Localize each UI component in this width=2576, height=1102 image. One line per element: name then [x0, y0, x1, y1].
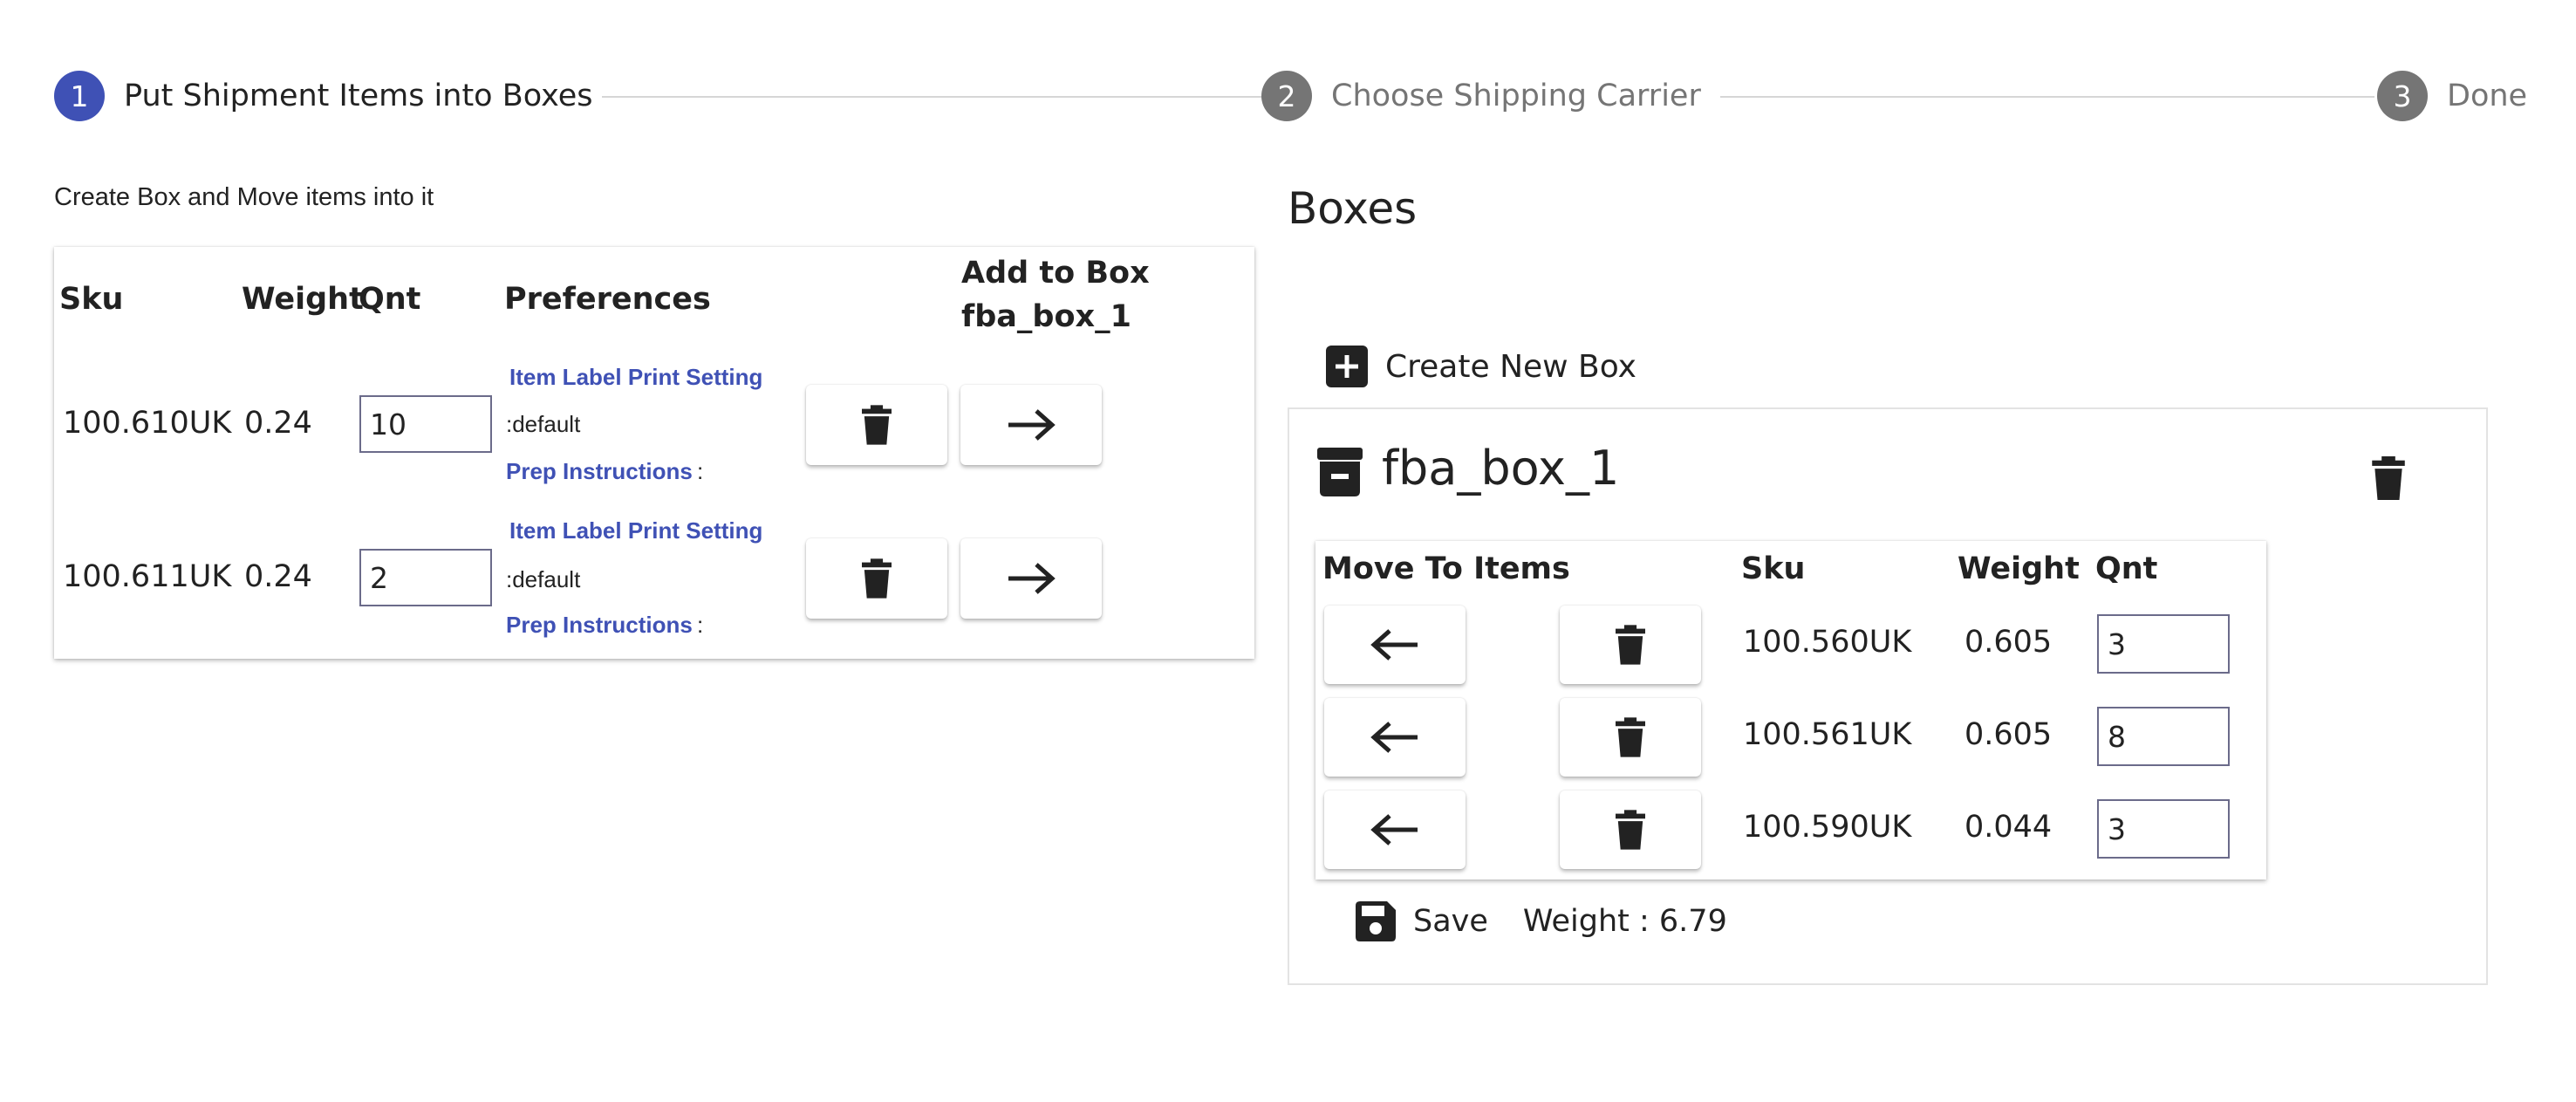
header-box-qnt: Qnt [2095, 551, 2158, 586]
step-connector-2 [1720, 96, 2374, 98]
header-preferences: Preferences [504, 282, 711, 317]
header-box-weight: Weight [1958, 551, 2080, 586]
trash-icon [2372, 456, 2405, 500]
header-sku: Sku [59, 282, 124, 317]
box-items-table: Move To Items Sku Weight Qnt 100.560UK 0… [1315, 541, 2266, 880]
add-to-box-button[interactable] [960, 538, 1102, 619]
floppy-disk-icon [1356, 901, 1396, 941]
item-label-print-setting-value: :default [506, 411, 581, 437]
header-move-to-items: Move To Items [1322, 551, 1570, 586]
step-connector-1 [602, 96, 1286, 98]
save-label: Save [1413, 904, 1488, 939]
trash-icon [862, 405, 892, 445]
item-label-print-setting-value: :default [506, 566, 581, 592]
box-item-qty-input[interactable] [2097, 707, 2230, 766]
delete-item-button[interactable] [806, 385, 947, 465]
item-qty-input[interactable] [359, 549, 492, 606]
archive-box-icon [1317, 448, 1363, 496]
box-item-sku: 100.560UK [1743, 625, 1912, 660]
step-3-label: Done [2447, 79, 2528, 113]
box-item-weight: 0.044 [1964, 810, 2053, 845]
arrow-right-icon [1008, 409, 1056, 441]
trash-icon [1616, 717, 1645, 757]
arrow-left-icon [1370, 814, 1418, 845]
prep-instructions-value: : [697, 612, 704, 638]
item-label-print-setting-link[interactable]: Item Label Print Setting [509, 364, 762, 391]
header-box-sku: Sku [1741, 551, 1806, 586]
step-3-number: 3 [2377, 71, 2428, 121]
item-qty-input[interactable] [359, 395, 492, 453]
trash-icon [1616, 625, 1645, 665]
move-to-items-button[interactable] [1324, 791, 1466, 869]
item-weight: 0.24 [244, 406, 312, 441]
header-weight: Weight [242, 282, 364, 317]
item-sku: 100.611UK [63, 559, 232, 594]
delete-box-item-button[interactable] [1560, 606, 1701, 684]
delete-box-button[interactable] [2354, 440, 2423, 517]
item-label-print-setting-link[interactable]: Item Label Print Setting [509, 517, 762, 544]
item-weight: 0.24 [244, 559, 312, 594]
header-qnt: Qnt [359, 282, 421, 317]
box-item-weight: 0.605 [1964, 625, 2053, 660]
step-2[interactable]: 2 Choose Shipping Carrier [1261, 70, 1701, 122]
step-2-number: 2 [1261, 71, 1312, 121]
delete-box-item-button[interactable] [1560, 791, 1701, 869]
trash-icon [1616, 810, 1645, 850]
delete-box-item-button[interactable] [1560, 698, 1701, 777]
trash-icon [862, 558, 892, 599]
create-new-box-label: Create New Box [1385, 348, 1636, 385]
stepper: 1 Put Shipment Items into Boxes 2 Choose… [54, 70, 2532, 122]
add-box-icon [1326, 346, 1368, 387]
arrow-left-icon [1370, 629, 1418, 661]
arrow-right-icon [1008, 563, 1056, 594]
arrow-left-icon [1370, 722, 1418, 753]
box-item-qty-input[interactable] [2097, 799, 2230, 859]
box-name: fba_box_1 [1382, 441, 1620, 496]
save-row: Save Weight : 6.79 [1356, 897, 1727, 946]
prep-instructions-link[interactable]: Prep Instructions [506, 458, 693, 485]
add-to-box-button[interactable] [960, 385, 1102, 465]
step-2-label: Choose Shipping Carrier [1331, 79, 1701, 113]
header-add-to-box-target: fba_box_1 [961, 299, 1131, 334]
step-1[interactable]: 1 Put Shipment Items into Boxes [54, 70, 592, 122]
prep-instructions-link[interactable]: Prep Instructions [506, 612, 693, 639]
shipment-items-table: Sku Weight Qnt Preferences Add to Box fb… [54, 247, 1254, 659]
box-item-sku: 100.561UK [1743, 717, 1912, 752]
create-new-box-button[interactable]: Create New Box [1326, 343, 1636, 390]
move-to-items-button[interactable] [1324, 698, 1466, 777]
items-subtitle: Create Box and Move items into it [54, 183, 434, 211]
header-add-to-box: Add to Box [961, 256, 1150, 291]
save-box-button[interactable]: Save [1356, 901, 1488, 941]
boxes-title: Boxes [1288, 183, 1418, 234]
box-total-weight: Weight : 6.79 [1522, 904, 1727, 939]
step-1-label: Put Shipment Items into Boxes [124, 79, 593, 113]
step-1-number: 1 [54, 71, 105, 121]
box-item-weight: 0.605 [1964, 717, 2053, 752]
step-3[interactable]: 3 Done [2377, 70, 2527, 122]
box-item-qty-input[interactable] [2097, 614, 2230, 674]
item-sku: 100.610UK [63, 406, 232, 441]
box-item-sku: 100.590UK [1743, 810, 1912, 845]
delete-item-button[interactable] [806, 538, 947, 619]
prep-instructions-value: : [697, 458, 704, 484]
move-to-items-button[interactable] [1324, 606, 1466, 684]
